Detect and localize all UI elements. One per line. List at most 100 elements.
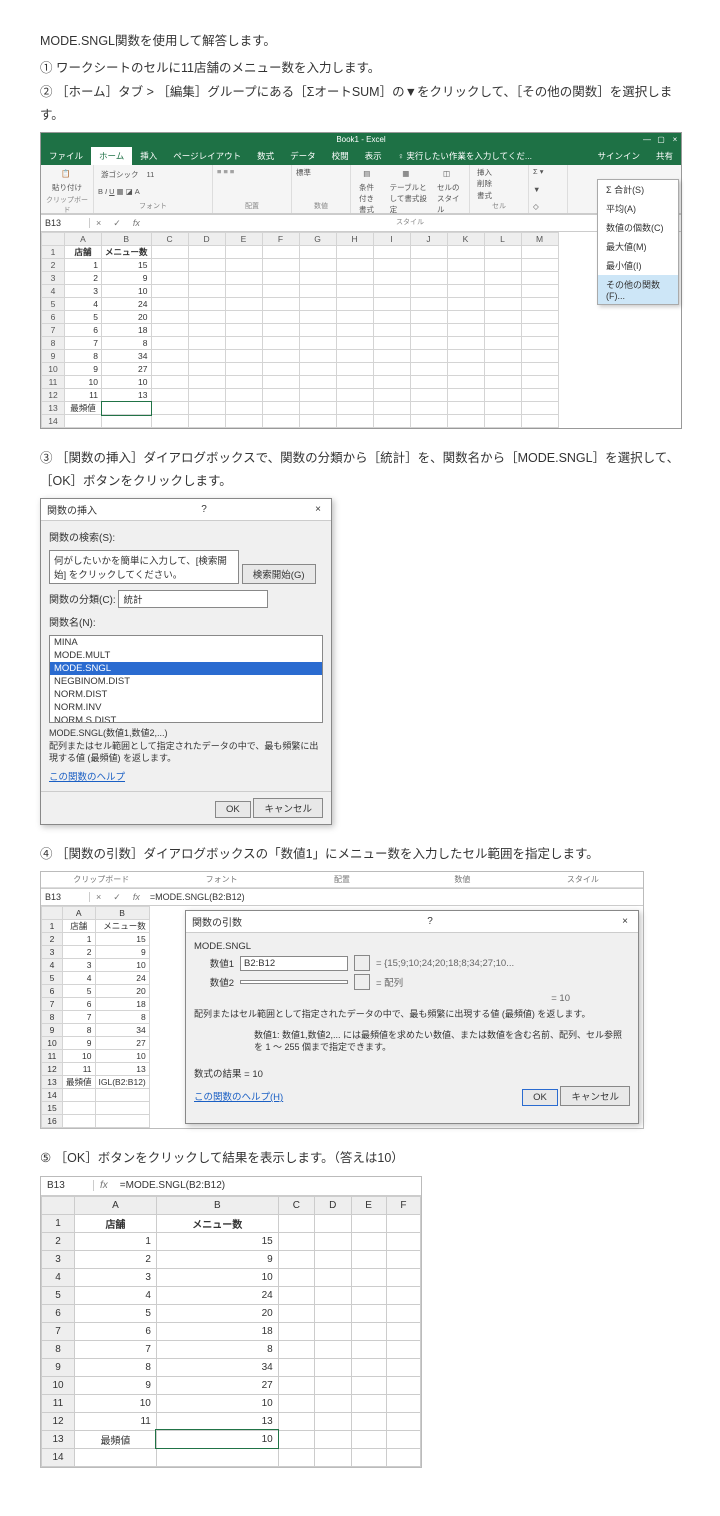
fontcolor-icon[interactable]: A	[135, 187, 140, 196]
function-help-link[interactable]: この関数のヘルプ	[49, 772, 125, 783]
menu-max[interactable]: 最大値(M)	[598, 237, 678, 256]
worksheet-3[interactable]: ABCDEF1店舗メニュー数21153294310542465207618878…	[41, 1196, 421, 1467]
italic-icon[interactable]: I	[105, 187, 107, 196]
name-box-2[interactable]: B13	[41, 892, 90, 902]
title-bar: Book1 - Excel — ▢ ×	[41, 133, 681, 147]
align-icons[interactable]: ≡ ≡ ≡	[217, 167, 234, 176]
menu-count[interactable]: 数値の個数(C)	[598, 218, 678, 237]
fx-enter-2[interactable]: ✓	[107, 892, 127, 903]
border-icon[interactable]: ▦	[117, 187, 124, 196]
ribbon: 📋貼り付け クリップボード 游ゴシック11 B I U ▦ ◪ A フォント ≡…	[41, 165, 681, 214]
table-icon: ▦	[402, 169, 414, 181]
excel-window-2: クリップボード フォント 配置 数値 スタイル B13 × ✓ fx =MODE…	[40, 871, 644, 1129]
group-font-label: フォント	[98, 201, 208, 211]
ok-button[interactable]: OK	[215, 801, 251, 818]
cancel-button[interactable]: キャンセル	[253, 798, 323, 818]
argdlg-title: 関数の引数	[192, 914, 242, 929]
group-clipboard-label: クリップボード	[45, 195, 89, 215]
tab-insert[interactable]: 挿入	[132, 147, 165, 165]
paste-button[interactable]: 📋貼り付け	[45, 167, 89, 195]
argdlg-ok-button[interactable]: OK	[522, 1089, 558, 1106]
tab-formulas[interactable]: 数式	[249, 147, 282, 165]
tab-view[interactable]: 表示	[357, 147, 390, 165]
fx-cancel-2[interactable]: ×	[90, 892, 107, 902]
formula-input-2[interactable]: =MODE.SNGL(B2:B12)	[146, 892, 643, 902]
clear-button[interactable]: ◇	[533, 202, 539, 211]
intro-text: MODE.SNGL関数を使用して解答します。	[40, 30, 680, 53]
group-align-label: 配置	[217, 201, 287, 211]
argdlg-desc: 配列またはセル範囲として指定されたデータの中で、最も頻繁に出現する値 (最頻値)…	[194, 1004, 630, 1025]
function-description: 配列またはセル範囲として指定されたデータの中で、最も頻繁に出現する値 (最頻値)…	[49, 740, 323, 765]
name-box[interactable]: B13	[41, 218, 90, 228]
format-as-table-button[interactable]: ▦テーブルとして書式設定	[386, 167, 431, 217]
arg2-collapse-icon[interactable]	[354, 974, 370, 990]
underline-icon[interactable]: U	[109, 187, 114, 196]
format-cells-button[interactable]: 書式	[474, 189, 495, 202]
tab-home[interactable]: ホーム	[91, 147, 132, 165]
group-style-2: スタイル	[523, 874, 643, 885]
arg2-input[interactable]	[240, 980, 348, 984]
tell-me[interactable]: ♀ 実行したい作業を入力してくだ...	[390, 147, 590, 165]
argdlg-result: 数式の結果 = 10	[194, 1066, 630, 1080]
fx-enter-icon[interactable]: ✓	[107, 218, 127, 229]
tab-pagelayout[interactable]: ページレイアウト	[165, 147, 249, 165]
fill-icon[interactable]: ◪	[126, 187, 133, 196]
search-input[interactable]: 何がしたいかを簡単に入力して、[検索開始] をクリックしてください。	[49, 550, 239, 584]
group-clipboard-2: クリップボード	[41, 874, 161, 885]
dialog-close-icon[interactable]: ×	[311, 504, 325, 515]
excel-window-3: B13 fx =MODE.SNGL(B2:B12) ABCDEF1店舗メニュー数…	[40, 1176, 422, 1468]
menu-sum[interactable]: Σ 合計(S)	[598, 180, 678, 199]
autosum-button[interactable]: Σ ▾	[533, 167, 544, 176]
argdlg-fname: MODE.SNGL	[194, 941, 630, 952]
signin[interactable]: サインイン	[589, 147, 648, 165]
share[interactable]: 共有	[648, 147, 681, 165]
step-3: ③ ［関数の挿入］ダイアログボックスで、関数の分類から［統計］を、関数名から［M…	[40, 447, 680, 492]
names-label: 関数名(N):	[49, 614, 323, 629]
arg1-input[interactable]: B2:B12	[240, 956, 348, 971]
formula-input-3[interactable]: =MODE.SNGL(B2:B12)	[114, 1180, 231, 1191]
name-box-3[interactable]: B13	[41, 1180, 94, 1191]
fx-icon[interactable]: fx	[127, 218, 146, 228]
excel-window-1: Book1 - Excel — ▢ × ファイル ホーム 挿入 ページレイアウト 数…	[40, 132, 682, 429]
number-format[interactable]: 標準	[296, 167, 311, 178]
worksheet-2[interactable]: AB1店舗メニュー数211532943105424652076188789834…	[41, 906, 181, 1128]
min-icon[interactable]: —	[643, 133, 651, 147]
category-select[interactable]: 統計	[118, 590, 268, 608]
arg1-label: 数値1	[194, 956, 234, 970]
argdlg-help-icon[interactable]: ?	[427, 916, 433, 927]
font-size[interactable]: 11	[144, 168, 158, 181]
group-align-2: 配置	[282, 874, 402, 885]
argdlg-help-link[interactable]: この関数のヘルプ(H)	[194, 1089, 283, 1103]
window-title: Book1 - Excel	[336, 135, 385, 144]
group-number-2: 数値	[402, 874, 522, 885]
cell-styles-button[interactable]: ◫セルのスタイル	[433, 167, 465, 217]
ribbon-tabs: ファイル ホーム 挿入 ページレイアウト 数式 データ 校閲 表示 ♀ 実行した…	[41, 147, 681, 165]
fill-button[interactable]: ▼	[533, 185, 540, 194]
fx-icon-3[interactable]: fx	[94, 1180, 114, 1191]
font-name[interactable]: 游ゴシック	[98, 167, 142, 182]
group-style-label: スタイル	[355, 217, 465, 227]
menu-average[interactable]: 平均(A)	[598, 199, 678, 218]
menu-min[interactable]: 最小値(I)	[598, 256, 678, 275]
tab-data[interactable]: データ	[282, 147, 324, 165]
arg1-collapse-icon[interactable]	[354, 955, 370, 971]
tab-file[interactable]: ファイル	[41, 147, 91, 165]
fx-cancel-icon[interactable]: ×	[90, 218, 107, 228]
step-5: ⑤ ［OK］ボタンをクリックして結果を表示します。（答えは10）	[40, 1147, 680, 1170]
dialog-help-icon[interactable]: ?	[201, 504, 207, 515]
step-4: ④ ［関数の引数］ダイアログボックスの「数値1」にメニュー数を入力したセル範囲を…	[40, 843, 680, 866]
argdlg-cancel-button[interactable]: キャンセル	[560, 1086, 630, 1106]
cond-format-button[interactable]: ▤条件付き書式	[355, 167, 384, 217]
function-list[interactable]: MINAMODE.MULTMODE.SNGLNEGBINOM.DISTNORM.…	[49, 635, 323, 723]
argdlg-close-icon[interactable]: ×	[618, 916, 632, 927]
group-number-label: 数値	[296, 201, 346, 211]
max-icon[interactable]: ▢	[657, 133, 665, 147]
tab-review[interactable]: 校閲	[324, 147, 357, 165]
close-icon[interactable]: ×	[671, 133, 679, 147]
search-start-button[interactable]: 検索開始(G)	[242, 564, 316, 584]
fx-icon-2[interactable]: fx	[127, 892, 146, 902]
menu-more-functions[interactable]: その他の関数(F)...	[598, 275, 678, 304]
arg2-label: 数値2	[194, 975, 234, 989]
worksheet-1[interactable]: ABCDEFGHIJKLM1店舗メニュー数2115329431054246520…	[41, 232, 681, 428]
bold-icon[interactable]: B	[98, 187, 103, 196]
